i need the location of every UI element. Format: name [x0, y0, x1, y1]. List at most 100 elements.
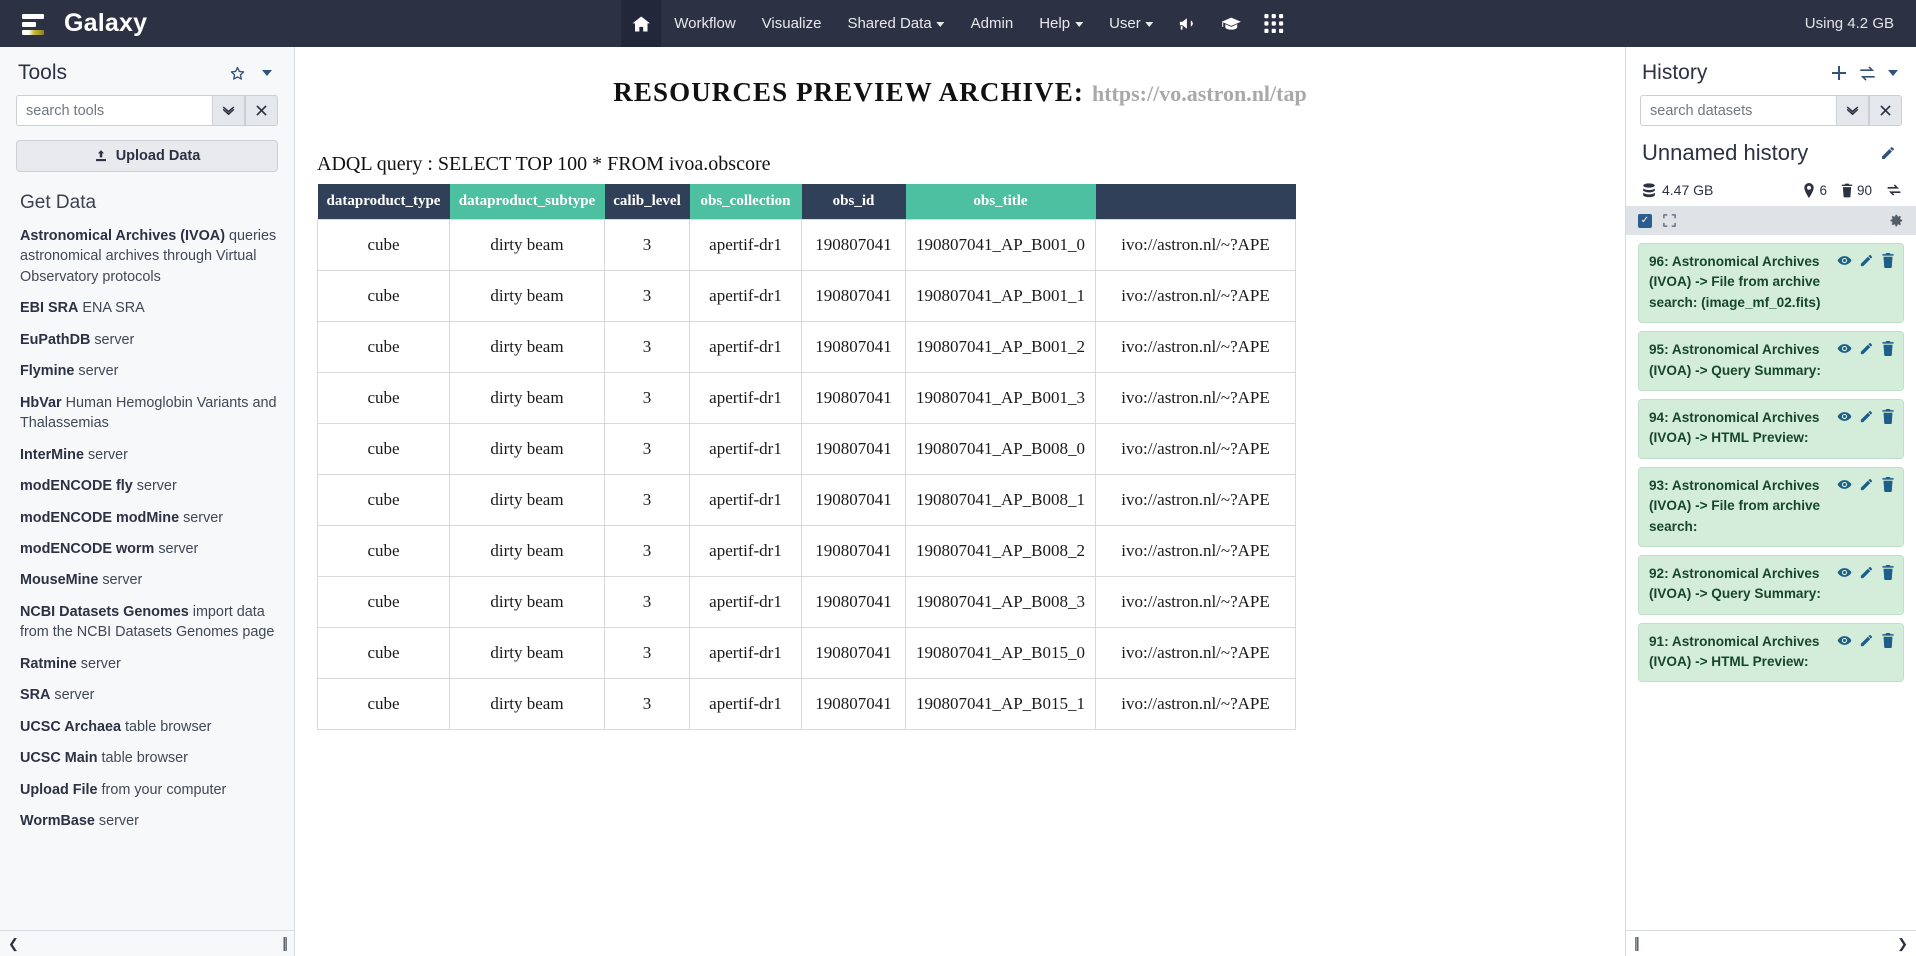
delete-dataset-button[interactable]: [1881, 564, 1895, 580]
display-dataset-button[interactable]: [1837, 477, 1852, 492]
tool-item[interactable]: InterMine server: [16, 445, 278, 465]
table-column-header[interactable]: obs_id: [801, 184, 906, 220]
table-column-header[interactable]: dataproduct_type: [317, 184, 450, 220]
delete-dataset-button[interactable]: [1881, 253, 1895, 268]
history-item-actions: [1837, 476, 1895, 537]
delete-dataset-button[interactable]: [1881, 341, 1895, 357]
tool-item[interactable]: Astronomical Archives (IVOA) queries ast…: [16, 226, 278, 287]
history-search-advanced-button[interactable]: [1836, 95, 1869, 126]
tool-panel-options-button[interactable]: [254, 70, 280, 76]
trash-icon: [1882, 408, 1894, 424]
table-cell: apertif-dr1: [689, 423, 802, 475]
edit-dataset-button[interactable]: [1859, 633, 1874, 648]
delete-dataset-button[interactable]: [1881, 632, 1895, 648]
history-item[interactable]: 95: Astronomical Archives (IVOA) -> Quer…: [1638, 331, 1904, 391]
tool-item[interactable]: Flymine server: [16, 361, 278, 381]
delete-dataset-button[interactable]: [1881, 476, 1895, 492]
delete-dataset-button[interactable]: [1881, 408, 1895, 424]
announcements-button[interactable]: [1167, 13, 1210, 34]
tool-panel: Tools search tools Upload Data Get Data …: [0, 47, 295, 956]
tool-item[interactable]: UCSC Archaea table browser: [16, 717, 278, 737]
table-column-header[interactable]: obs_title: [905, 184, 1096, 220]
tool-item[interactable]: EBI SRA ENA SRA: [16, 298, 278, 318]
tool-item[interactable]: Ratmine server: [16, 654, 278, 674]
nav-label: Shared Data: [847, 15, 932, 32]
display-dataset-button[interactable]: [1837, 253, 1852, 268]
nav-item-visualize[interactable]: Visualize: [749, 0, 835, 47]
history-item[interactable]: 93: Astronomical Archives (IVOA) -> File…: [1638, 466, 1904, 547]
tutorials-button[interactable]: [1210, 13, 1254, 35]
table-header-row: dataproduct_type dataproduct_subtype calib…: [317, 184, 1296, 220]
history-item[interactable]: 96: Astronomical Archives (IVOA) -> File…: [1638, 243, 1904, 324]
table-cell: 190807041_AP_B001_0: [905, 219, 1096, 271]
table-cell: 190807041: [801, 525, 906, 577]
collapse-left-icon[interactable]: ❮: [8, 936, 19, 952]
tool-item[interactable]: SRA server: [16, 685, 278, 705]
megaphone-icon: [1178, 13, 1199, 34]
table-column-header[interactable]: calib_level: [604, 184, 690, 220]
edit-dataset-button[interactable]: [1859, 341, 1874, 356]
tool-search-advanced-button[interactable]: [212, 95, 245, 126]
tool-item[interactable]: modENCODE modMine server: [16, 508, 278, 528]
edit-dataset-button[interactable]: [1859, 477, 1874, 492]
table-column-header[interactable]: obs_collection: [689, 184, 802, 220]
tool-item[interactable]: EuPathDB server: [16, 330, 278, 350]
edit-dataset-button[interactable]: [1859, 409, 1874, 424]
nav-item-shared-data[interactable]: Shared Data: [834, 0, 957, 47]
refresh-icon: [1886, 182, 1902, 198]
tool-item-name: modENCODE fly: [20, 478, 133, 495]
nav-item-help[interactable]: Help: [1026, 0, 1096, 47]
history-deleted-count[interactable]: 90: [1841, 183, 1872, 198]
select-all-checkbox[interactable]: ✓: [1638, 213, 1652, 228]
nav-item-admin[interactable]: Admin: [958, 0, 1027, 47]
table-cell: ivo://astron.nl/~?APE: [1095, 270, 1296, 322]
tool-search-clear-button[interactable]: [245, 95, 278, 126]
display-dataset-button[interactable]: [1837, 341, 1852, 356]
tool-item[interactable]: Upload File from your computer: [16, 780, 278, 800]
table-column-header[interactable]: dataproduct_subtype: [449, 184, 605, 220]
history-search-clear-button[interactable]: [1869, 95, 1902, 126]
table-cell: apertif-dr1: [689, 576, 802, 628]
edit-dataset-button[interactable]: [1859, 253, 1874, 268]
gear-icon[interactable]: [1889, 213, 1904, 228]
history-item[interactable]: 94: Astronomical Archives (IVOA) -> HTML…: [1638, 398, 1904, 459]
collapse-items-icon[interactable]: [1662, 213, 1677, 228]
tool-item[interactable]: modENCODE fly server: [16, 476, 278, 496]
collapse-right-icon[interactable]: ❯: [1897, 936, 1908, 952]
upload-data-button[interactable]: Upload Data: [16, 140, 278, 172]
display-dataset-button[interactable]: [1837, 633, 1852, 648]
nav-home-button[interactable]: [621, 0, 662, 47]
tool-item[interactable]: HbVar Human Hemoglobin Variants and Thal…: [16, 393, 278, 434]
tool-item[interactable]: UCSC Main table browser: [16, 748, 278, 768]
table-cell: dirty beam: [449, 627, 605, 679]
history-item[interactable]: 91: Astronomical Archives (IVOA) -> HTML…: [1638, 622, 1904, 683]
panel-resize-handle[interactable]: ||: [282, 935, 288, 952]
brand-logo-area[interactable]: Galaxy: [0, 9, 147, 39]
favorites-button[interactable]: [221, 65, 254, 82]
create-new-history-button[interactable]: [1825, 65, 1853, 81]
trash-icon: [1882, 341, 1894, 357]
tool-item[interactable]: WormBase server: [16, 811, 278, 831]
history-shown-count[interactable]: 6: [1803, 182, 1827, 198]
tool-item[interactable]: MouseMine server: [16, 570, 278, 590]
edit-dataset-button[interactable]: [1859, 565, 1874, 580]
history-search-input[interactable]: [1640, 95, 1836, 126]
display-dataset-button[interactable]: [1837, 409, 1852, 424]
nav-item-workflow[interactable]: Workflow: [661, 0, 748, 47]
history-options-button[interactable]: [1882, 70, 1904, 76]
edit-history-button[interactable]: [1874, 145, 1902, 161]
display-dataset-button[interactable]: [1837, 565, 1852, 580]
apps-grid-button[interactable]: [1254, 14, 1295, 33]
history-resize-handle[interactable]: ||: [1634, 935, 1640, 952]
page-title-text: Resources preview archive:: [613, 77, 1084, 107]
table-column-header[interactable]: [1095, 184, 1296, 220]
tool-search-input[interactable]: [16, 95, 212, 126]
graduation-cap-icon: [1221, 13, 1243, 35]
nav-item-user[interactable]: User: [1096, 0, 1167, 47]
refresh-history-button[interactable]: [1886, 182, 1902, 198]
tool-item-name: UCSC Archaea: [20, 718, 122, 735]
history-item[interactable]: 92: Astronomical Archives (IVOA) -> Quer…: [1638, 554, 1904, 615]
tool-item[interactable]: modENCODE worm server: [16, 539, 278, 559]
tool-item[interactable]: NCBI Datasets Genomes import data from t…: [16, 602, 278, 643]
switch-history-button[interactable]: [1853, 65, 1882, 82]
